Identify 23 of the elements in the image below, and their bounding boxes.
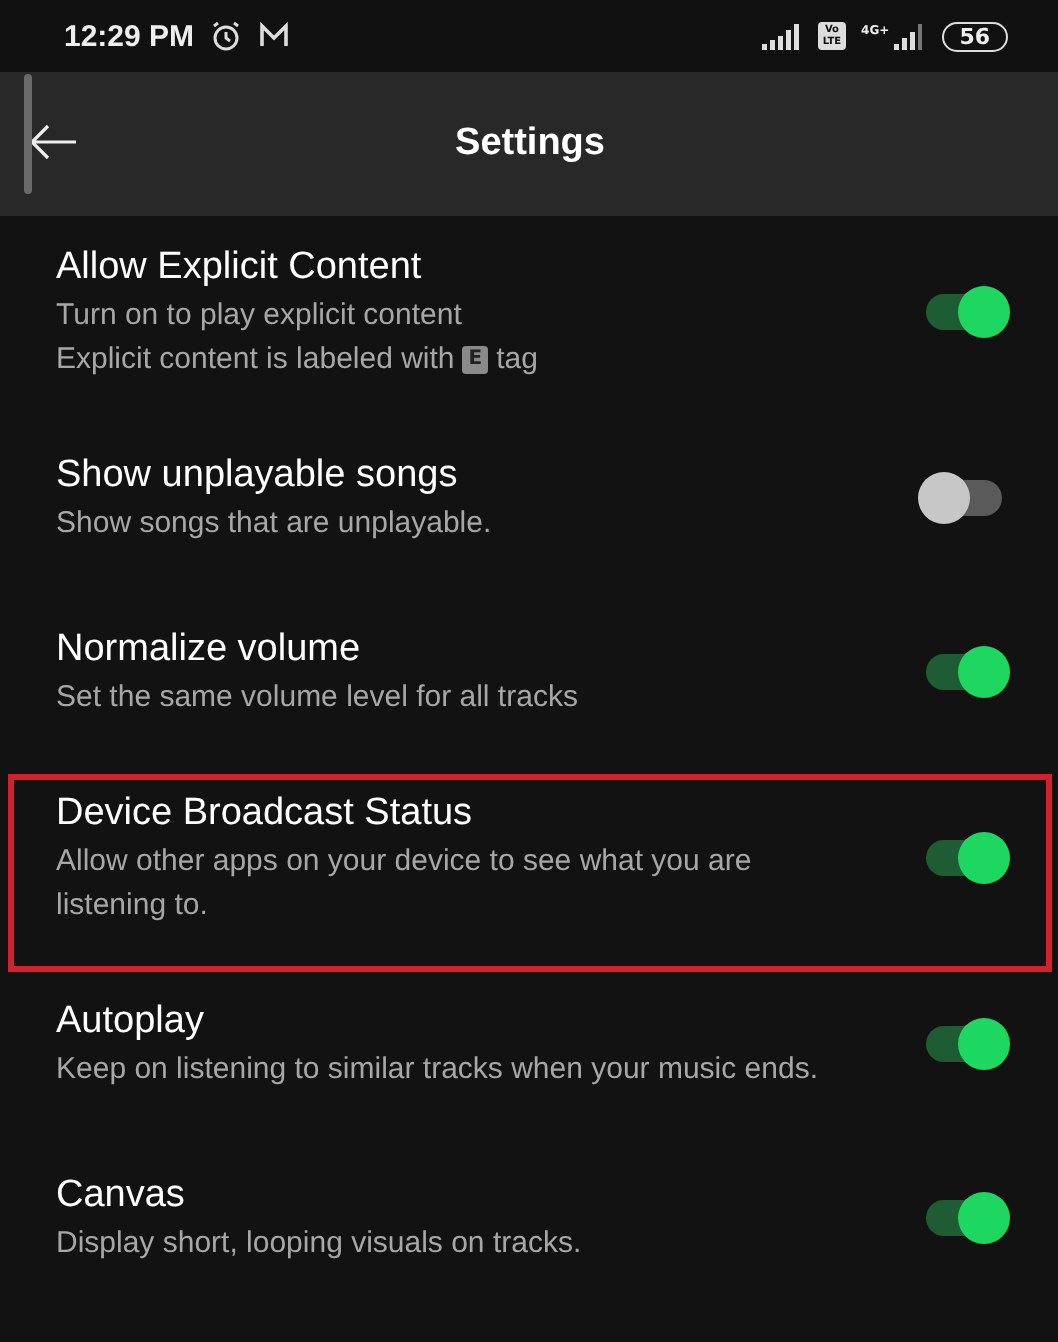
back-button[interactable] bbox=[30, 123, 78, 165]
mail-icon bbox=[258, 22, 291, 50]
explicit-badge: E bbox=[462, 346, 489, 374]
battery-level: 56 bbox=[941, 21, 1008, 51]
setting-title: Allow Explicit Content bbox=[56, 244, 424, 292]
setting-description: Set the same volume level for all tracks bbox=[56, 678, 580, 718]
setting-title: Normalize volume bbox=[56, 626, 363, 674]
setting-title: Canvas bbox=[56, 1172, 187, 1220]
scroll-bar bbox=[24, 74, 32, 194]
setting-title: Show unplayable songs bbox=[56, 452, 460, 500]
setting-description: Keep on listening to similar tracks when your music ends. bbox=[56, 1050, 821, 1090]
setting-description: tag bbox=[496, 340, 538, 380]
setting-description: Show songs that are unplayable. bbox=[56, 504, 494, 544]
setting-description: Explicit content is labeled with bbox=[56, 340, 455, 380]
page-title: Settings bbox=[453, 122, 607, 166]
setting-description: Display short, looping visuals on tracks. bbox=[56, 1224, 584, 1264]
signal-icon bbox=[762, 23, 803, 49]
setting-description: Allow other apps on your device to see what you are listening to. bbox=[56, 842, 754, 926]
setting-title: Autoplay bbox=[56, 998, 206, 1046]
alarm-clock-icon bbox=[210, 20, 243, 52]
setting-description: Turn on to play explicit content bbox=[56, 296, 464, 336]
status-time: 12:29 PM bbox=[64, 19, 195, 53]
setting-title: Device Broadcast Status bbox=[56, 790, 475, 838]
